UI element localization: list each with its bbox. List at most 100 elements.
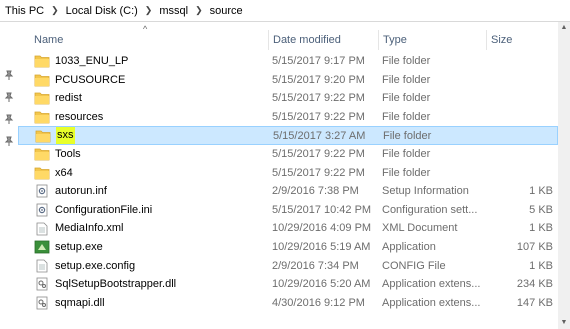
date-modified: 5/15/2017 9:22 PM bbox=[272, 92, 365, 105]
navigation-pane bbox=[0, 22, 18, 329]
file-name-cell[interactable]: ConfigurationFile.ini bbox=[34, 201, 264, 220]
list-item[interactable]: autorun.inf 2/9/2016 7:38 PM Setup Informa… bbox=[18, 182, 558, 201]
column-header-name[interactable]: Name bbox=[30, 30, 268, 50]
breadcrumb-this-pc[interactable]: This PC bbox=[5, 5, 44, 17]
file-size: 107 KB bbox=[516, 240, 553, 253]
pin-icon[interactable] bbox=[4, 92, 14, 102]
column-header-type[interactable]: Type bbox=[378, 30, 486, 50]
file-type: XML Document bbox=[382, 222, 458, 235]
column-header-row: ^ Name Date modified Type Size bbox=[18, 24, 558, 50]
address-bar[interactable]: This PC ❯ Local Disk (C:) ❯ mssql ❯ sour… bbox=[0, 0, 570, 22]
date-modified: 5/15/2017 10:42 PM bbox=[272, 203, 372, 216]
folder-icon bbox=[34, 147, 50, 161]
file-size: 147 KB bbox=[516, 296, 553, 309]
file-name-cell[interactable]: sxs bbox=[35, 127, 265, 144]
file-size: 1 KB bbox=[529, 185, 553, 198]
file-name: 1033_ENU_LP bbox=[55, 55, 129, 67]
file-size: 5 KB bbox=[529, 203, 553, 216]
date-modified: 5/15/2017 9:20 PM bbox=[272, 73, 365, 86]
file-type: Configuration sett... bbox=[382, 203, 478, 216]
file-type: File folder bbox=[382, 147, 431, 160]
file-name: MediaInfo.xml bbox=[55, 222, 124, 235]
date-modified: 2/9/2016 7:38 PM bbox=[272, 185, 359, 198]
file-type: File folder bbox=[382, 55, 431, 67]
list-item[interactable]: redist 5/15/2017 9:22 PM File folder bbox=[18, 89, 558, 108]
file-name-cell[interactable]: redist bbox=[34, 89, 264, 108]
file-size: 234 KB bbox=[516, 278, 553, 291]
file-name-cell[interactable]: setup.exe.config bbox=[34, 257, 264, 276]
file-name-cell[interactable]: PCUSOURCE bbox=[34, 71, 264, 90]
file-name-cell[interactable]: SqlSetupBootstrapper.dll bbox=[34, 275, 264, 294]
file-type: Application bbox=[382, 240, 436, 253]
date-modified: 5/15/2017 9:22 PM bbox=[272, 110, 365, 123]
pin-icon[interactable] bbox=[4, 114, 14, 124]
list-item[interactable]: sqmapi.dll 4/30/2016 9:12 PM Application e… bbox=[18, 294, 558, 313]
file-name-cell[interactable]: resources bbox=[34, 108, 264, 127]
list-item[interactable]: setup.exe 10/29/2016 5:19 AM Application 10… bbox=[18, 238, 558, 257]
file-name: ConfigurationFile.ini bbox=[55, 203, 153, 216]
dll-file-icon bbox=[34, 277, 50, 291]
list-item[interactable]: MediaInfo.xml 10/29/2016 4:09 PM XML Docum… bbox=[18, 219, 558, 238]
breadcrumb-mssql[interactable]: mssql bbox=[159, 5, 188, 17]
column-header-date-modified[interactable]: Date modified bbox=[268, 30, 378, 50]
pin-icon[interactable] bbox=[4, 70, 14, 80]
folder-icon bbox=[34, 54, 50, 68]
folder-icon bbox=[34, 91, 50, 105]
file-type: File folder bbox=[383, 130, 432, 143]
file-size: 1 KB bbox=[529, 259, 553, 272]
dll-file-icon bbox=[34, 296, 50, 310]
list-item[interactable]: PCUSOURCE 5/15/2017 9:20 PM File folder bbox=[18, 71, 558, 90]
file-name: redist bbox=[55, 92, 82, 105]
file-name: PCUSOURCE bbox=[55, 73, 126, 86]
file-name-cell[interactable]: sqmapi.dll bbox=[34, 294, 264, 313]
file-type: File folder bbox=[382, 110, 431, 123]
chevron-right-icon[interactable]: ❯ bbox=[195, 5, 203, 16]
file-type: Setup Information bbox=[382, 185, 469, 198]
list-item[interactable]: x64 5/15/2017 9:22 PM File folder bbox=[18, 164, 558, 183]
column-header-size[interactable]: Size bbox=[486, 30, 558, 50]
file-name: x64 bbox=[55, 166, 73, 179]
list-item[interactable]: ConfigurationFile.ini 5/15/2017 10:42 PM C… bbox=[18, 201, 558, 220]
file-name: setup.exe.config bbox=[55, 259, 136, 272]
breadcrumb-source[interactable]: source bbox=[210, 5, 243, 17]
date-modified: 5/15/2017 3:27 AM bbox=[273, 130, 366, 143]
file-type: Application extens... bbox=[382, 296, 481, 309]
list-item[interactable]: SqlSetupBootstrapper.dll 10/29/2016 5:20 … bbox=[18, 275, 558, 294]
setup-app-icon bbox=[34, 240, 50, 254]
list-item[interactable]: 1033_ENU_LP 5/15/2017 9:17 PM File folder bbox=[18, 52, 558, 71]
pin-icon[interactable] bbox=[4, 136, 14, 146]
file-type: File folder bbox=[382, 166, 431, 179]
file-name-cell[interactable]: autorun.inf bbox=[34, 182, 264, 201]
scroll-up-icon[interactable]: ▲ bbox=[558, 22, 570, 34]
list-item[interactable]: setup.exe.config 2/9/2016 7:34 PM CONFIG F… bbox=[18, 257, 558, 276]
file-name: setup.exe bbox=[55, 240, 103, 253]
date-modified: 4/30/2016 9:12 PM bbox=[272, 296, 365, 309]
file-type: File folder bbox=[382, 92, 431, 105]
file-size: 1 KB bbox=[529, 222, 553, 235]
list-item[interactable]: Tools 5/15/2017 9:22 PM File folder bbox=[18, 145, 558, 164]
settings-file-icon bbox=[34, 203, 50, 217]
scroll-down-icon[interactable]: ▼ bbox=[558, 317, 570, 329]
file-name: sxs bbox=[56, 127, 75, 144]
folder-icon bbox=[34, 73, 50, 87]
folder-icon bbox=[34, 110, 50, 124]
document-file-icon bbox=[34, 259, 50, 273]
settings-file-icon bbox=[34, 184, 50, 198]
file-name-cell[interactable]: Tools bbox=[34, 145, 264, 164]
file-name-cell[interactable]: MediaInfo.xml bbox=[34, 219, 264, 238]
file-name-cell[interactable]: setup.exe bbox=[34, 238, 264, 257]
file-name: SqlSetupBootstrapper.dll bbox=[55, 278, 177, 291]
chevron-right-icon[interactable]: ❯ bbox=[145, 5, 153, 16]
file-name-cell[interactable]: 1033_ENU_LP bbox=[34, 52, 264, 71]
list-item[interactable]: sxs 5/15/2017 3:27 AM File folder bbox=[18, 126, 558, 145]
file-name: Tools bbox=[55, 147, 81, 160]
list-item[interactable]: resources 5/15/2017 9:22 PM File folder bbox=[18, 108, 558, 127]
date-modified: 5/15/2017 9:17 PM bbox=[272, 55, 365, 67]
chevron-right-icon[interactable]: ❯ bbox=[51, 5, 59, 16]
breadcrumb-local-disk[interactable]: Local Disk (C:) bbox=[66, 5, 138, 17]
date-modified: 5/15/2017 9:22 PM bbox=[272, 147, 365, 160]
folder-icon bbox=[34, 166, 50, 180]
vertical-scrollbar[interactable]: ▲ ▼ bbox=[558, 22, 570, 329]
date-modified: 2/9/2016 7:34 PM bbox=[272, 259, 359, 272]
file-name-cell[interactable]: x64 bbox=[34, 164, 264, 183]
